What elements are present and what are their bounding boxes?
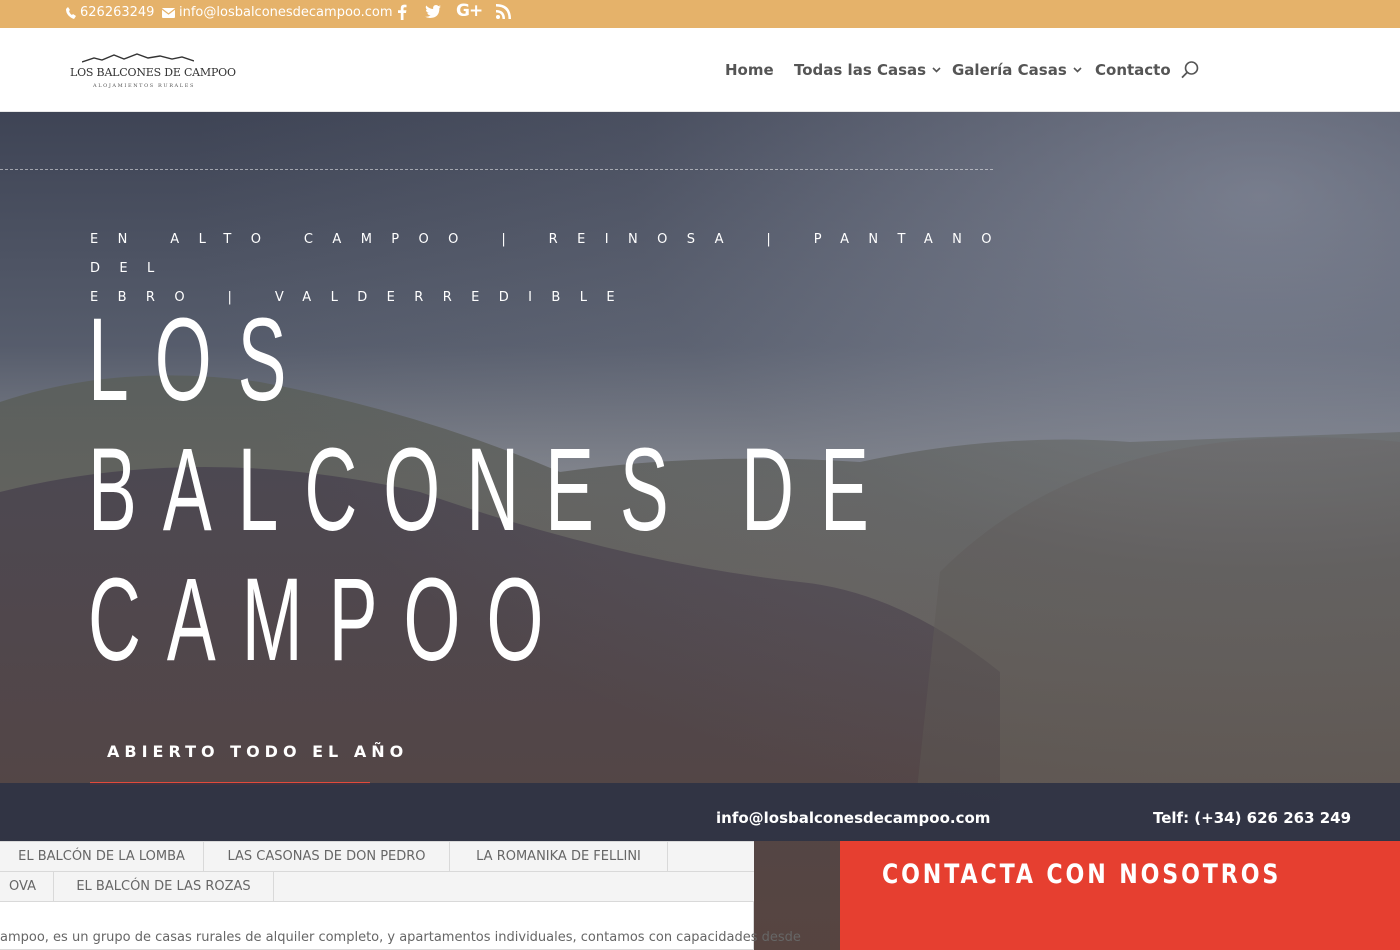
logo-text: LOS BALCONES DE CAMPOO — [70, 66, 236, 79]
hero-section: EN ALTO CAMPOO | REINOSA | PANTANO DEL E… — [0, 112, 1400, 950]
hero-title-line3: CAMPOO — [88, 554, 570, 686]
topbar-email-text: info@losbalconesdecampoo.com — [179, 5, 393, 20]
hero-dashed-divider — [0, 169, 993, 170]
nav-todas-las-casas-label: Todas las Casas — [794, 61, 927, 79]
hero-contact-phone[interactable]: Telf: (+34) 626 263 249 — [1153, 809, 1351, 827]
tab-las-casonas-de-don-pedro[interactable]: LAS CASONAS DE DON PEDRO — [204, 842, 450, 871]
nav-contacto[interactable]: Contacto — [1095, 61, 1171, 79]
hero-title-line1: LOS — [88, 294, 313, 426]
tab-la-romanika-de-fellini[interactable]: LA ROMANIKA DE FELLINI — [450, 842, 668, 871]
tab-el-balcon-de-las-rozas[interactable]: EL BALCÓN DE LAS ROZAS — [54, 872, 274, 901]
envelope-icon — [162, 7, 175, 18]
topbar-phone-text: 626263249 — [80, 5, 155, 20]
site-header: LOS BALCONES DE CAMPOO ALOJAMIENTOS RURA… — [0, 28, 1400, 112]
nav-galeria-casas[interactable]: Galería Casas — [952, 61, 1082, 79]
site-logo[interactable]: LOS BALCONES DE CAMPOO ALOJAMIENTOS RURA… — [70, 50, 236, 94]
tabs-row-2: OVA EL BALCÓN DE LAS ROZAS — [0, 872, 754, 902]
tab-description-text: ampoo, es un grupo de casas rurales de a… — [0, 930, 801, 945]
chevron-down-icon — [1073, 67, 1082, 73]
houses-tabs-panel: EL BALCÓN DE LA LOMBA LAS CASONAS DE DON… — [0, 841, 801, 950]
hero-contact-strip: info@losbalconesdecampoo.com Telf: (+34)… — [0, 783, 1400, 841]
twitter-icon[interactable] — [425, 5, 441, 18]
hero-title-line2: BALCONES DE — [88, 424, 895, 556]
search-icon[interactable] — [1180, 60, 1200, 80]
top-bar: 626263249 info@losbalconesdecampoo.com G… — [0, 0, 1400, 28]
chevron-down-icon — [932, 67, 941, 73]
topbar-email[interactable]: info@losbalconesdecampoo.com — [162, 5, 393, 20]
logo-subtext: ALOJAMIENTOS RURALES — [93, 83, 195, 89]
topbar-phone[interactable]: 626263249 — [66, 5, 154, 20]
hero-contact-email[interactable]: info@losbalconesdecampoo.com — [716, 809, 990, 827]
rss-icon[interactable] — [496, 4, 511, 19]
hero-title: LOS BALCONES DE CAMPOO — [88, 295, 1142, 685]
google-plus-icon[interactable]: G+ — [456, 1, 483, 21]
nav-home-label: Home — [725, 61, 774, 79]
nav-contacto-label: Contacto — [1095, 61, 1171, 79]
open-all-year-button[interactable]: ABIERTO TODO EL AÑO — [107, 742, 408, 761]
phone-icon — [66, 6, 76, 19]
contact-box-heading: CONTACTA CON NOSOTROS — [882, 859, 1282, 890]
mountain-logo-mark — [82, 53, 194, 63]
nav-galeria-casas-label: Galería Casas — [952, 61, 1067, 79]
hero-subtitle-line1: EN ALTO CAMPOO | REINOSA | PANTANO DEL — [90, 232, 1011, 276]
nav-home[interactable]: Home — [725, 61, 774, 79]
tab-ova[interactable]: OVA — [0, 872, 54, 901]
contact-box: CONTACTA CON NOSOTROS — [840, 841, 1400, 950]
nav-todas-las-casas[interactable]: Todas las Casas — [794, 61, 941, 79]
tabs-row-1: EL BALCÓN DE LA LOMBA LAS CASONAS DE DON… — [0, 842, 754, 872]
tab-el-balcon-de-la-lomba[interactable]: EL BALCÓN DE LA LOMBA — [0, 842, 204, 871]
facebook-icon[interactable] — [397, 4, 407, 20]
